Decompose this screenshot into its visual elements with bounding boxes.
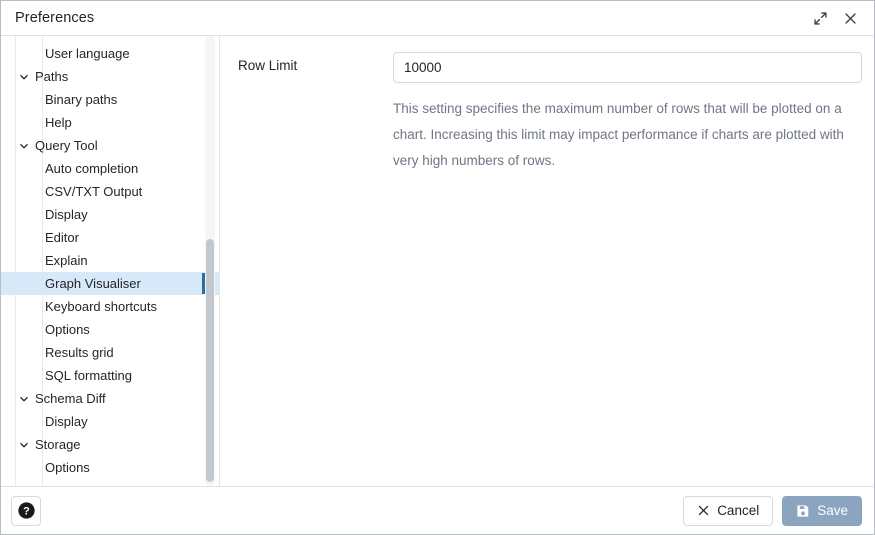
chevron-down-icon[interactable] [17,70,31,84]
close-icon [697,504,710,517]
expand-diagonal-icon[interactable] [806,5,834,31]
sidebar-item-label: Options [45,322,90,337]
sidebar-item-label: User language [45,46,130,61]
sidebar-item-label: Results grid [45,345,114,360]
dialog-title: Preferences [15,10,95,26]
sidebar-item-label: Display [45,414,88,429]
dialog-body: User language Paths Binary paths Help Query … [1,36,874,486]
row-limit-label: Row Limit [238,58,298,73]
titlebar-actions [806,5,864,31]
chevron-down-icon[interactable] [17,139,31,153]
x-glyph [699,505,709,516]
row-limit-field-row: Row Limit This setting specifies the max… [238,52,862,174]
floppy-disk-icon [796,504,810,518]
sidebar-item-label: Editor [45,230,79,245]
preferences-content: Row Limit This setting specifies the max… [220,36,874,486]
chevron-down-icon[interactable] [17,392,31,406]
sidebar-item-label: CSV/TXT Output [45,184,143,199]
sidebar-item-query-tool[interactable]: Query Tool [1,134,219,157]
sidebar-item-paths[interactable]: Paths [1,65,219,88]
chevron-down-icon[interactable] [17,438,31,452]
sidebar-scrollbar-thumb[interactable] [206,238,214,482]
row-limit-input[interactable] [393,52,862,83]
sidebar-item-label: Help [45,115,72,130]
sidebar-scrollbar-track[interactable] [205,36,215,486]
sidebar-item-editor[interactable]: Editor [1,226,219,249]
close-icon[interactable] [836,5,864,31]
sidebar-item-display[interactable]: Display [1,203,219,226]
sidebar-item-label: Auto completion [45,161,139,176]
chevron-down-glyph [20,74,28,79]
row-limit-help-text: This setting specifies the maximum numbe… [393,101,844,168]
sidebar-item-sql-formatting[interactable]: SQL formatting [1,364,219,387]
sidebar-item-options[interactable]: Options [1,318,219,341]
sidebar-item-label: Keyboard shortcuts [45,299,158,314]
sidebar-item-label: Options [45,460,90,475]
floppy-glyph [797,504,809,517]
sidebar-item-keyboard-shortcuts[interactable]: Keyboard shortcuts [1,295,219,318]
sidebar-item-binary-paths[interactable]: Binary paths [1,88,219,111]
svg-text:?: ? [23,506,30,518]
expand-diagonal-glyph [813,11,827,25]
sidebar-item-csv-txt-output[interactable]: CSV/TXT Output [1,180,219,203]
sidebar-item-graph-visualiser[interactable]: Graph Visualiser [1,272,219,295]
chevron-down-glyph [20,143,28,148]
sidebar-item-label: Paths [35,69,69,84]
preferences-tree[interactable]: User language Paths Binary paths Help Query … [1,36,219,486]
sidebar-item-explain[interactable]: Explain [1,249,219,272]
save-button[interactable]: Save [782,495,862,526]
chevron-down-glyph [20,442,28,447]
sidebar-item-storage[interactable]: Storage [1,433,219,456]
footer-actions: Cancel Save [683,495,862,526]
sidebar-item-label: Graph Visualiser [45,276,141,291]
sidebar-item-user-language[interactable]: User language [1,42,219,65]
help-circle-icon: ? [17,502,35,519]
sidebar-item-options[interactable]: Options [1,456,219,479]
help-button[interactable]: ? [11,495,41,526]
dialog-footer: ? Cancel Save [1,486,874,534]
sidebar-item-help[interactable]: Help [1,111,219,134]
sidebar-item-label: Display [45,207,88,222]
sidebar-item-label: Binary paths [45,92,118,107]
chevron-down-glyph [20,396,28,401]
cancel-button-label: Cancel [717,502,760,518]
preferences-sidebar: User language Paths Binary paths Help Query … [1,36,220,486]
close-glyph [844,12,856,24]
save-button-label: Save [817,502,848,518]
sidebar-item-label: Query Tool [35,138,98,153]
sidebar-item-display[interactable]: Display [1,410,219,433]
row-limit-field-column: This setting specifies the maximum numbe… [393,52,862,174]
dialog-titlebar: Preferences [1,1,874,36]
cancel-button[interactable]: Cancel [683,495,774,526]
preferences-dialog: Preferences User language Paths Binary p… [0,0,875,535]
sidebar-item-schema-diff[interactable]: Schema Diff [1,387,219,410]
sidebar-item-label: Schema Diff [35,391,106,406]
sidebar-item-results-grid[interactable]: Results grid [1,341,219,364]
sidebar-item-label: Explain [45,253,88,268]
sidebar-item-label: SQL formatting [45,368,132,383]
sidebar-item-label: Storage [35,437,81,452]
sidebar-item-auto-completion[interactable]: Auto completion [1,157,219,180]
